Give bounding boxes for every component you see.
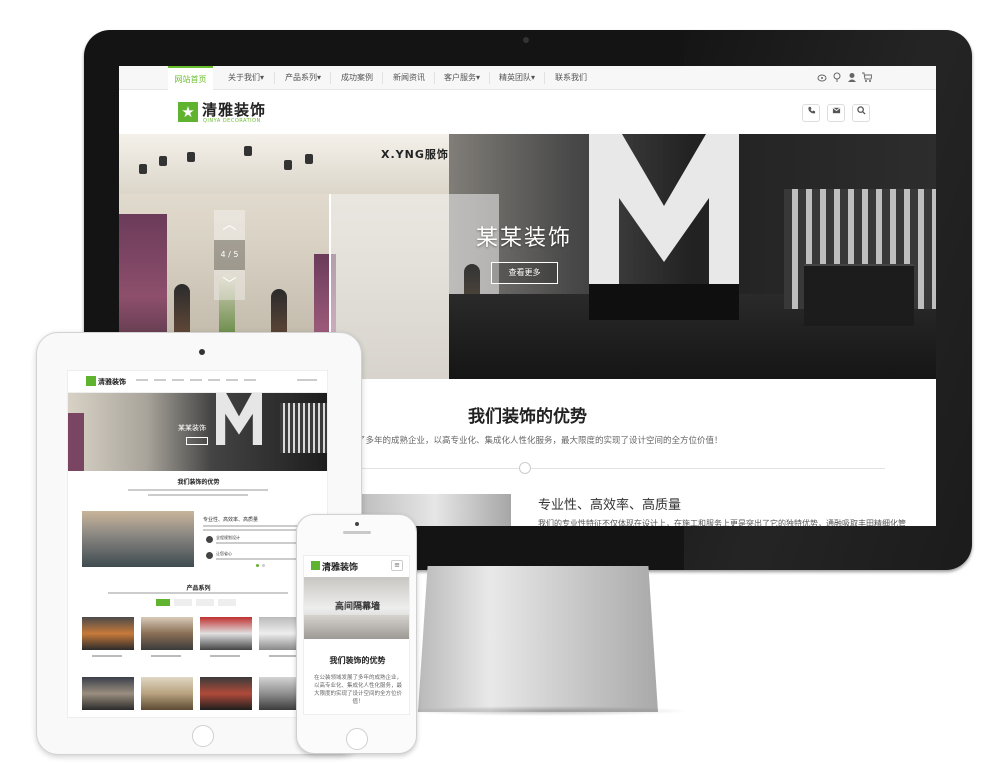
divider (325, 468, 885, 469)
tablet-feature-title: 专业性、高效率、高质量 (203, 517, 259, 523)
imac-stand (418, 566, 658, 712)
chevron-down-icon[interactable]: ﹀ (214, 270, 245, 300)
nav-item-news[interactable]: 新闻资讯 (385, 66, 433, 90)
slide-pager: ︿ 4 / 5 ﹀ (214, 210, 245, 300)
logo-star-icon[interactable]: ★ (178, 102, 198, 122)
mail-icon[interactable] (827, 104, 845, 122)
camera-icon (355, 522, 359, 526)
phone-screen: 清雅装饰 ≡ 高间隔幕墙 我们装饰的优势 在公装领域发展了多年的成熟企业，以高专… (303, 555, 410, 715)
user-icon[interactable] (846, 72, 858, 84)
feature-icon (206, 552, 213, 559)
nav-item-cases[interactable]: 成功案例 (333, 66, 381, 90)
feature-title: 专业性、高效率、高质量 (538, 498, 682, 513)
product-thumb[interactable] (82, 617, 134, 650)
product-thumb[interactable] (200, 677, 252, 710)
nav-item-team[interactable]: 精英团队▾ (492, 66, 542, 90)
cart-icon[interactable] (861, 72, 873, 84)
phone-icon[interactable] (802, 104, 820, 122)
tablet-logo-text[interactable]: 清雅装饰 (98, 377, 126, 387)
store-sign: X.YNG服饰 (381, 148, 449, 161)
home-button[interactable] (346, 728, 368, 750)
slide-counter: 4 / 5 (214, 240, 245, 270)
phone-advantages-desc: 在公装领域发展了多年的成熟企业，以高专业化、集成化人性化服务，最大限度的实现了设… (313, 675, 402, 705)
tablet-advantages-title: 我们装饰的优势 (177, 479, 220, 486)
qq-icon[interactable] (831, 72, 843, 84)
phone-hero: 高间隔幕墙 (304, 577, 409, 639)
top-nav: 网站首页 关于我们▾ 产品系列▾ 成功案例 新闻资讯 客户服务▾ 精英团队▾ 联… (119, 66, 936, 90)
product-tab[interactable] (218, 599, 236, 606)
home-button[interactable] (192, 725, 214, 747)
nav-item-products[interactable]: 产品系列▾ (277, 66, 329, 90)
product-thumb[interactable] (141, 677, 193, 710)
product-thumb[interactable] (141, 617, 193, 650)
feature-description: 我们的专业性特征不仅体现在设计上，在施工和服务上更是突出了它的独特优势，通融吸取… (538, 519, 906, 526)
tablet-hero: 某某装饰 (68, 393, 327, 471)
chevron-up-icon[interactable]: ︿ (214, 210, 245, 240)
advantages-description: 了多年的成熟企业，以高专业化、集成化人性化服务，最大限度的实现了设计空间的全方位… (357, 436, 723, 446)
product-tab[interactable] (156, 599, 170, 606)
tablet-products-title: 产品系列 (186, 585, 211, 592)
m-sculpture (589, 134, 739, 294)
camera-icon (523, 37, 529, 43)
nav-item-service[interactable]: 客户服务▾ (437, 66, 487, 90)
office-image (82, 511, 194, 567)
tablet-view-more-button[interactable] (186, 437, 208, 445)
hero-caption: 某某装饰 (476, 226, 573, 251)
product-thumb[interactable] (200, 617, 252, 650)
speaker-grille (343, 531, 371, 534)
search-icon[interactable] (852, 104, 870, 122)
product-tab[interactable] (174, 599, 192, 606)
divider-dot-icon (519, 462, 531, 474)
tablet-feature-item-2: 让您省心 (216, 551, 232, 556)
menu-icon[interactable]: ≡ (391, 560, 403, 571)
feature-icon (206, 536, 213, 543)
phone-logo-text[interactable]: 清雅装饰 (322, 560, 358, 573)
phone-advantages-title: 我们装饰的优势 (329, 656, 386, 665)
stand-shadow (400, 706, 690, 716)
camera-icon (199, 349, 205, 355)
logo-text[interactable]: 清雅装饰 (202, 99, 266, 120)
tablet-nav: 清雅装饰 (68, 371, 327, 393)
logo-subtitle: QINYA DECORATION (203, 118, 261, 124)
logo-star-icon[interactable] (311, 561, 320, 570)
tablet-hero-caption: 某某装饰 (178, 424, 206, 432)
phone-hero-caption: 高间隔幕墙 (334, 602, 380, 612)
nav-item-home[interactable]: 网站首页 (168, 66, 213, 90)
nav-item-about[interactable]: 关于我们▾ (222, 66, 270, 90)
tablet-feature-item-1: 全程规划设计 (216, 535, 240, 540)
view-more-button[interactable]: 查看更多 (491, 262, 558, 284)
site-header: ★ 清雅装饰 QINYA DECORATION (119, 90, 936, 134)
product-thumb[interactable] (82, 677, 134, 710)
product-tab[interactable] (196, 599, 214, 606)
tablet-screen: 清雅装饰 某某装饰 我们装饰的优势 专业性、高效率、高质量 全程规划设计 让您省… (67, 370, 328, 718)
logo-star-icon[interactable] (86, 376, 96, 386)
weibo-icon[interactable] (816, 72, 828, 84)
nav-item-contact[interactable]: 联系我们 (547, 66, 595, 90)
